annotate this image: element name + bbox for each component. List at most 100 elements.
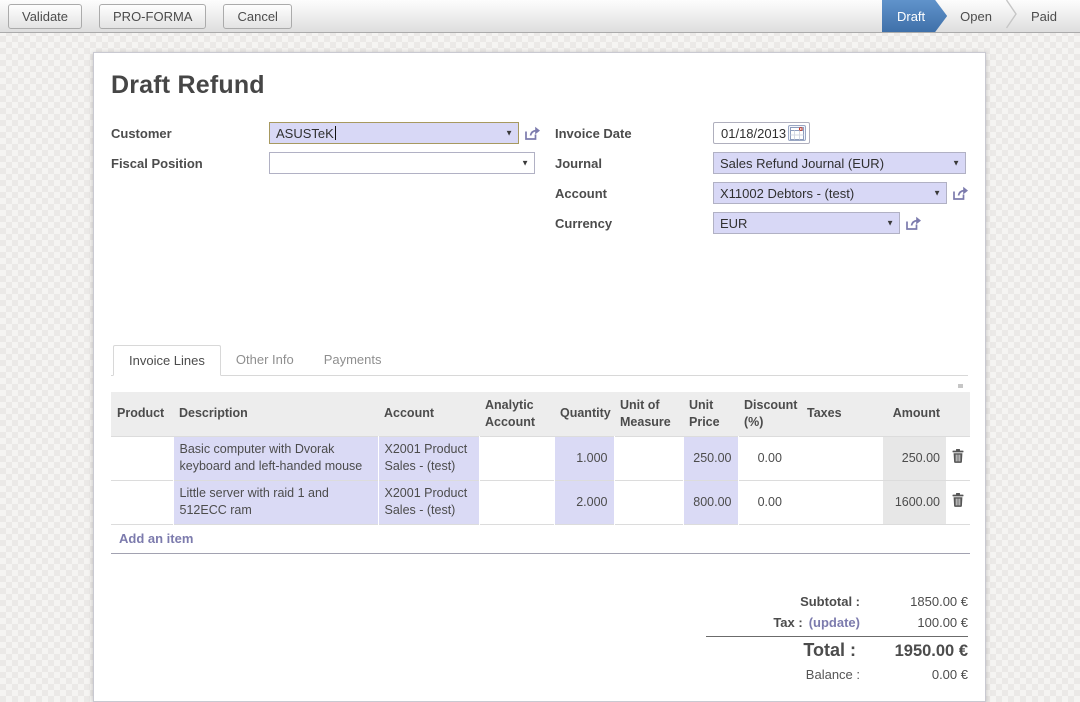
form-fields: Customer ASUSTeK ▼ Fiscal Position ▼ (111, 122, 968, 242)
open-record-icon[interactable] (524, 126, 540, 141)
account-label: Account (555, 186, 713, 201)
invoice-lines-table-wrap: Product Description Account Analytic Acc… (111, 392, 968, 554)
cell-taxes[interactable] (801, 436, 883, 480)
cell-analytic-account[interactable] (479, 436, 554, 480)
col-header-actions (946, 392, 970, 436)
open-record-icon[interactable] (905, 216, 921, 231)
cell-quantity[interactable]: 1.000 (554, 436, 614, 480)
journal-label: Journal (555, 156, 713, 171)
account-value: X11002 Debtors - (test) (720, 186, 854, 201)
trash-icon (952, 493, 964, 507)
dropdown-arrow-icon[interactable]: ▼ (505, 129, 513, 138)
balance-row: Balance : 0.00 € (706, 664, 968, 685)
tax-label: Tax :(update) (706, 615, 860, 630)
cell-amount: 250.00 (883, 436, 946, 480)
totals-panel: Subtotal : 1850.00 € Tax :(update) 100.0… (706, 591, 968, 685)
journal-value: Sales Refund Journal (EUR) (720, 156, 884, 171)
invoice-date-input[interactable]: 01/18/2013 (713, 122, 810, 144)
status-bar: Draft Open Paid (882, 0, 1080, 32)
form-right-column: Invoice Date 01/18/2013 Journal Sales Re… (555, 122, 968, 242)
invoice-date-label: Invoice Date (555, 126, 713, 141)
cell-product[interactable] (111, 480, 173, 524)
add-an-item-link[interactable]: Add an item (119, 531, 193, 546)
tax-value: 100.00 € (860, 615, 968, 630)
cell-description[interactable]: Basic computer with Dvorak keyboard and … (173, 436, 378, 480)
customer-label: Customer (111, 126, 269, 141)
col-header-amount[interactable]: Amount (883, 392, 946, 436)
notebook-tabs: Invoice Lines Other Info Payments (111, 345, 968, 376)
cell-unit-of-measure[interactable] (614, 480, 683, 524)
tax-row: Tax :(update) 100.00 € (706, 612, 968, 633)
dropdown-arrow-icon[interactable]: ▼ (933, 189, 941, 198)
subtotal-value: 1850.00 € (860, 594, 968, 609)
table-scrollbar-thumb[interactable] (958, 384, 963, 388)
status-step-draft: Draft (882, 0, 947, 32)
fiscal-position-label: Fiscal Position (111, 156, 269, 171)
validate-button[interactable]: Validate (8, 4, 82, 29)
col-header-account[interactable]: Account (378, 392, 479, 436)
tab-invoice-lines[interactable]: Invoice Lines (113, 345, 221, 376)
cell-unit-price[interactable]: 800.00 (683, 480, 738, 524)
total-row: Total : 1950.00 € (706, 637, 968, 664)
col-header-unit-price[interactable]: Unit Price (683, 392, 738, 436)
form-left-column: Customer ASUSTeK ▼ Fiscal Position ▼ (111, 122, 555, 242)
invoice-form-sheet: Draft Refund Customer ASUSTeK ▼ Fiscal P… (93, 52, 986, 702)
dropdown-arrow-icon[interactable]: ▼ (952, 159, 960, 168)
cell-account[interactable]: X2001 Product Sales - (test) (378, 480, 479, 524)
total-label: Total : (706, 640, 860, 661)
customer-value: ASUSTeK (276, 126, 334, 141)
currency-label: Currency (555, 216, 713, 231)
open-record-icon[interactable] (952, 186, 968, 201)
currency-combobox[interactable]: EUR ▼ (713, 212, 900, 234)
invoice-date-value: 01/18/2013 (721, 126, 786, 141)
invoice-line-row: Basic computer with Dvorak keyboard and … (111, 436, 970, 480)
subtotal-row: Subtotal : 1850.00 € (706, 591, 968, 612)
balance-value: 0.00 € (860, 667, 968, 682)
cell-discount[interactable]: 0.00 (738, 480, 801, 524)
cancel-button[interactable]: Cancel (223, 4, 291, 29)
calendar-icon[interactable] (788, 125, 806, 141)
invoice-lines-table: Product Description Account Analytic Acc… (111, 392, 970, 554)
cell-product[interactable] (111, 436, 173, 480)
page-title: Draft Refund (111, 71, 968, 100)
tab-payments[interactable]: Payments (309, 345, 397, 375)
cell-description[interactable]: Little server with raid 1 and 512ECC ram (173, 480, 378, 524)
col-header-quantity[interactable]: Quantity (554, 392, 614, 436)
delete-line-button[interactable] (952, 449, 964, 463)
col-header-description[interactable]: Description (173, 392, 378, 436)
proforma-button[interactable]: PRO-FORMA (99, 4, 206, 29)
tab-other-info[interactable]: Other Info (221, 345, 309, 375)
cell-unit-price[interactable]: 250.00 (683, 436, 738, 480)
dropdown-arrow-icon[interactable]: ▼ (886, 219, 894, 228)
cell-account[interactable]: X2001 Product Sales - (test) (378, 436, 479, 480)
total-value: 1950.00 € (860, 642, 968, 661)
text-cursor (335, 126, 336, 140)
customer-combobox[interactable]: ASUSTeK ▼ (269, 122, 519, 144)
status-open-label: Open (960, 9, 992, 24)
cell-discount[interactable]: 0.00 (738, 436, 801, 480)
col-header-taxes[interactable]: Taxes (801, 392, 883, 436)
table-header-row: Product Description Account Analytic Acc… (111, 392, 970, 436)
cell-taxes[interactable] (801, 480, 883, 524)
fiscal-position-combobox[interactable]: ▼ (269, 152, 535, 174)
trash-icon (952, 449, 964, 463)
col-header-unit-of-measure[interactable]: Unit of Measure (614, 392, 683, 436)
dropdown-arrow-icon[interactable]: ▼ (521, 159, 529, 168)
journal-combobox[interactable]: Sales Refund Journal (EUR) ▼ (713, 152, 966, 174)
subtotal-label: Subtotal : (706, 594, 860, 609)
col-header-discount[interactable]: Discount (%) (738, 392, 801, 436)
status-step-open: Open (947, 9, 1005, 24)
cell-unit-of-measure[interactable] (614, 436, 683, 480)
tax-update-link[interactable]: (update) (809, 615, 860, 630)
cell-analytic-account[interactable] (479, 480, 554, 524)
delete-line-button[interactable] (952, 493, 964, 507)
status-draft-label: Draft (897, 9, 925, 24)
chevron-right-icon (1005, 0, 1018, 34)
col-header-analytic-account[interactable]: Analytic Account (479, 392, 554, 436)
status-paid-label: Paid (1031, 9, 1057, 24)
account-combobox[interactable]: X11002 Debtors - (test) ▼ (713, 182, 947, 204)
cell-quantity[interactable]: 2.000 (554, 480, 614, 524)
status-step-paid: Paid (1018, 9, 1070, 24)
balance-label: Balance : (706, 667, 860, 682)
col-header-product[interactable]: Product (111, 392, 173, 436)
